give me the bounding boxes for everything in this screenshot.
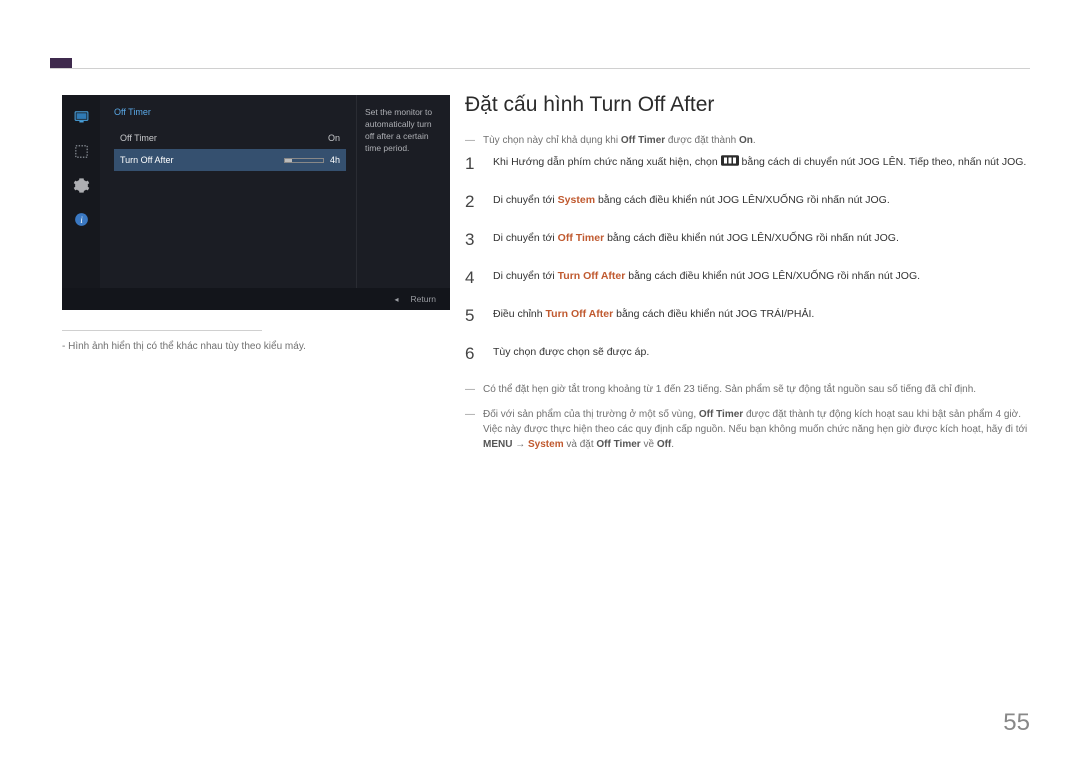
footer-notes: Có thể đặt hẹn giờ tắt trong khoảng từ 1… [465, 382, 1030, 452]
square-icon [66, 134, 96, 168]
menu-inline-icon [721, 155, 739, 166]
note-regulation: Đối với sản phẩm của thị trường ở một số… [465, 407, 1030, 452]
gear-icon [66, 168, 96, 202]
step-3: Di chuyển tới Off Timer bằng cách điều k… [465, 230, 1030, 248]
osd-preview: i Off Timer Off Timer On Turn Off After [62, 95, 450, 310]
osd-body: i Off Timer Off Timer On Turn Off After [62, 95, 450, 288]
info-icon: i [66, 202, 96, 236]
header-rule [50, 68, 1030, 69]
osd-description: Set the monitor to automatically turn of… [356, 95, 450, 288]
step-4: Di chuyển tới Turn Off After bằng cách đ… [465, 268, 1030, 286]
osd-row-turn-off-after: Turn Off After 4h [114, 149, 346, 171]
step-1: Khi Hướng dẫn phím chức năng xuất hiện, … [465, 154, 1030, 172]
brand-stripe [50, 58, 72, 68]
osd-row-label: Off Timer [120, 133, 157, 143]
page-title: Đặt cấu hình Turn Off After [465, 93, 1030, 117]
osd-footer: ◂ Return [62, 288, 450, 310]
back-triangle-icon: ◂ [394, 295, 398, 304]
osd-return-label: Return [410, 294, 436, 304]
monitor-icon [66, 100, 96, 134]
availability-note: Tùy chọn này chỉ khả dụng khi Off Timer … [465, 133, 1030, 148]
osd-row-off-timer: Off Timer On [114, 127, 346, 149]
right-column: Đặt cấu hình Turn Off After Tùy chọn này… [465, 93, 1030, 462]
page: i Off Timer Off Timer On Turn Off After [0, 0, 1080, 763]
osd-slider [284, 158, 324, 163]
left-footnote: - Hình ảnh hiển thị có thể khác nhau tùy… [62, 341, 454, 352]
osd-main: Off Timer Off Timer On Turn Off After 4h [100, 95, 450, 288]
osd-row-right: 4h [278, 155, 340, 165]
step-2: Di chuyển tới System bằng cách điều khiể… [465, 192, 1030, 210]
page-number: 55 [1003, 709, 1030, 737]
osd-row-label: Turn Off After [120, 155, 174, 165]
note-range: Có thể đặt hẹn giờ tắt trong khoảng từ 1… [465, 382, 1030, 397]
osd-row-value: 4h [330, 155, 340, 165]
step-6: Tùy chọn được chọn sẽ được áp. [465, 344, 1030, 362]
osd-menu-title: Off Timer [114, 107, 346, 117]
left-column: i Off Timer Off Timer On Turn Off After [62, 95, 454, 352]
osd-row-value: On [328, 133, 340, 143]
left-footnote-text: Hình ảnh hiển thị có thể khác nhau tùy t… [68, 341, 306, 352]
osd-menu: Off Timer Off Timer On Turn Off After 4h [100, 95, 356, 288]
steps-list: Khi Hướng dẫn phím chức năng xuất hiện, … [465, 154, 1030, 362]
svg-text:i: i [80, 215, 83, 225]
step-5: Điều chỉnh Turn Off After bằng cách điều… [465, 306, 1030, 324]
left-divider [62, 330, 262, 331]
osd-sidebar: i [62, 95, 100, 288]
